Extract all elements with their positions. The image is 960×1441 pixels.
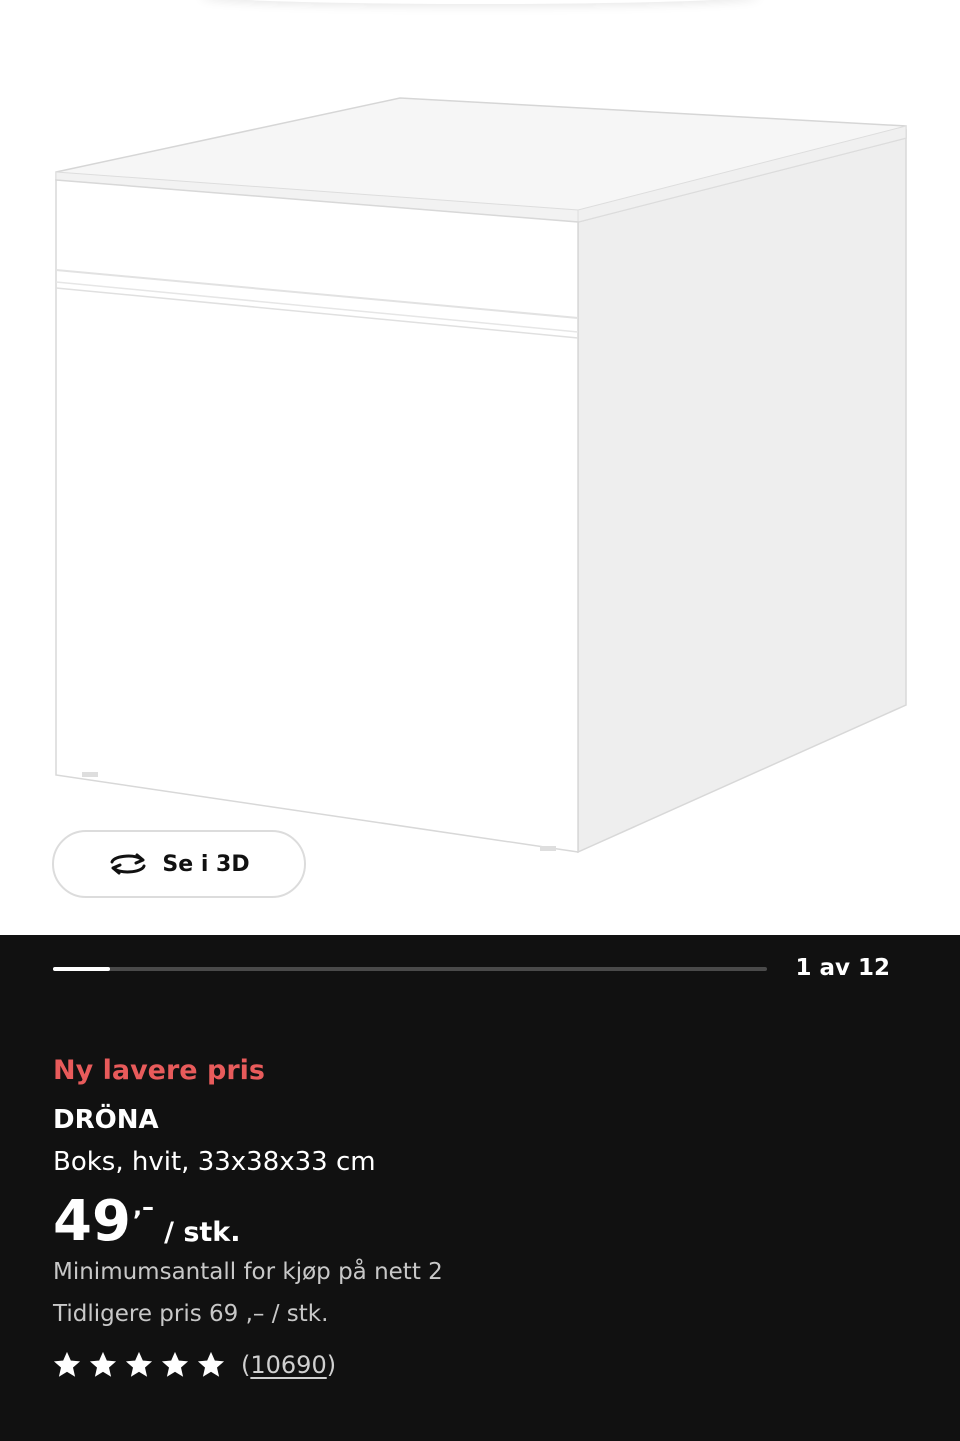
review-count-link[interactable]: 10690 — [250, 1351, 326, 1379]
star-icon — [125, 1351, 153, 1377]
view-in-3d-button[interactable]: Se i 3D — [52, 830, 306, 898]
minimum-quantity-text: Minimumsantall for kjøp på nett 2 — [53, 1259, 443, 1285]
product-info-panel: 1 av 12 Ny lavere pris DRÖNA Boks, hvit,… — [0, 935, 960, 1441]
star-icon — [161, 1351, 189, 1377]
product-page: Se i 3D 1 av 12 Ny lavere pris DRÖNA Bok… — [0, 0, 960, 1441]
gallery-progress-bar[interactable] — [53, 967, 767, 971]
product-description: Boks, hvit, 33x38x33 cm — [53, 1147, 376, 1177]
new-lower-price-badge: Ny lavere pris — [53, 1055, 265, 1086]
view-in-3d-label: Se i 3D — [162, 851, 250, 877]
review-count-close-paren: ) — [326, 1351, 337, 1379]
product-image[interactable] — [0, 0, 960, 935]
product-image-gallery[interactable]: Se i 3D — [0, 0, 960, 935]
rating[interactable]: ( 10690 ) — [53, 1351, 336, 1379]
gallery-progress-fill — [53, 967, 111, 971]
price-unit: / stk. — [164, 1217, 241, 1248]
star-icon — [53, 1351, 81, 1377]
rating-stars — [53, 1351, 225, 1379]
price-integer: 49 — [53, 1189, 131, 1254]
gallery-page-counter: 1 av 12 — [795, 955, 890, 981]
previous-price-text: Tidligere pris 69 ,– / stk. — [53, 1301, 329, 1327]
price: 49 ,– / stk. — [53, 1189, 241, 1255]
star-icon — [89, 1351, 117, 1377]
product-name[interactable]: DRÖNA — [53, 1105, 159, 1135]
review-count-open-paren: ( — [241, 1351, 251, 1379]
star-icon — [197, 1351, 225, 1377]
price-decimal: ,– — [132, 1193, 155, 1221]
rotate-3d-icon — [110, 853, 146, 875]
